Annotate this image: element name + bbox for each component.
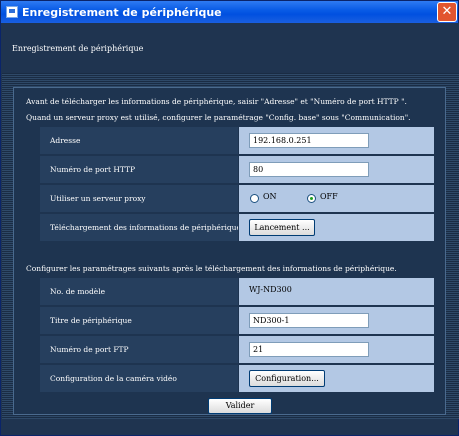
configuration-button[interactable]: Configuration... bbox=[249, 370, 325, 387]
address-cell: 192.168.0.251 bbox=[239, 127, 434, 154]
proxy-off-radio[interactable] bbox=[307, 194, 316, 203]
title-bar[interactable]: Enregistrement de périphérique ✕ bbox=[1, 1, 458, 23]
ftp-port-cell: 21 bbox=[239, 336, 434, 363]
device-title-label: Titre de périphérique bbox=[40, 307, 238, 334]
page-title: Enregistrement de périphérique bbox=[12, 44, 144, 53]
ftp-port-label: Numéro de port FTP bbox=[40, 336, 238, 363]
device-registration-window: Enregistrement de périphérique ✕ Enregis… bbox=[0, 0, 459, 436]
download-label: Téléchargement des informations de périp… bbox=[40, 214, 238, 241]
row-proxy: Utiliser un serveur proxy ON OFF bbox=[40, 185, 434, 212]
ftp-port-field[interactable]: 21 bbox=[249, 342, 369, 357]
camera-config-cell: Configuration... bbox=[239, 365, 434, 392]
device-title-field[interactable]: ND300-1 bbox=[249, 313, 369, 328]
header-band: Enregistrement de périphérique bbox=[2, 23, 459, 73]
proxy-off-label: OFF bbox=[320, 192, 338, 201]
row-device-title: Titre de périphérique ND300-1 bbox=[40, 307, 434, 334]
row-address: Adresse 192.168.0.251 bbox=[40, 127, 434, 154]
proxy-on-radio[interactable] bbox=[250, 194, 259, 203]
row-ftp-port: Numéro de port FTP 21 bbox=[40, 336, 434, 363]
http-port-cell: 80 bbox=[239, 156, 434, 183]
download-cell: Lancement ... bbox=[239, 214, 434, 241]
http-port-field[interactable]: 80 bbox=[249, 162, 369, 177]
row-http-port: Numéro de port HTTP 80 bbox=[40, 156, 434, 183]
camera-config-label: Configuration de la caméra vidéo bbox=[40, 365, 238, 392]
row-camera-config: Configuration de la caméra vidéo Configu… bbox=[40, 365, 434, 392]
row-model: No. de modèle WJ-ND300 bbox=[40, 278, 434, 305]
model-cell: WJ-ND300 bbox=[239, 278, 434, 305]
proxy-cell: ON OFF bbox=[239, 185, 434, 212]
address-label: Adresse bbox=[40, 127, 238, 154]
row-download: Téléchargement des informations de périp… bbox=[40, 214, 434, 241]
model-label: No. de modèle bbox=[40, 278, 238, 305]
info-text-2: Quand un serveur proxy est utilisé, conf… bbox=[26, 113, 411, 122]
model-value: WJ-ND300 bbox=[249, 285, 292, 294]
info-text-3: Configurer les paramétrages suivants apr… bbox=[26, 264, 397, 273]
http-port-label: Numéro de port HTTP bbox=[40, 156, 238, 183]
proxy-on-label: ON bbox=[263, 192, 277, 201]
device-title-cell: ND300-1 bbox=[239, 307, 434, 334]
close-button[interactable]: ✕ bbox=[437, 2, 457, 22]
info-text-1: Avant de télécharger les informations de… bbox=[26, 97, 407, 106]
address-field[interactable]: 192.168.0.251 bbox=[249, 133, 369, 148]
window-title: Enregistrement de périphérique bbox=[22, 5, 222, 19]
app-icon bbox=[6, 6, 18, 18]
proxy-label: Utiliser un serveur proxy bbox=[40, 185, 238, 212]
submit-button[interactable]: Valider bbox=[208, 398, 272, 414]
launch-button[interactable]: Lancement ... bbox=[249, 219, 315, 236]
